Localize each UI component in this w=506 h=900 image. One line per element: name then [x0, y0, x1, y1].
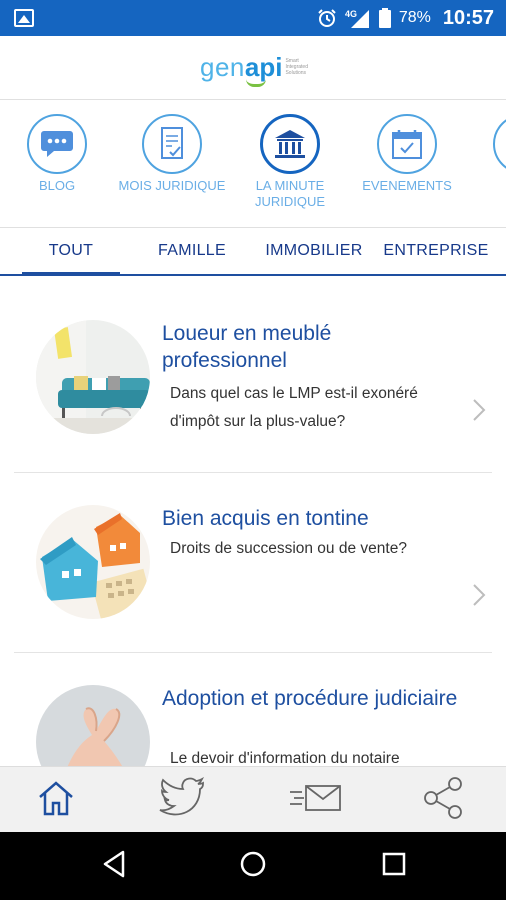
- share-button[interactable]: [414, 775, 474, 825]
- living-room-image: [36, 320, 150, 434]
- chevron-right-icon[interactable]: [472, 398, 486, 427]
- back-button[interactable]: [94, 846, 134, 886]
- app-header: gen api Smart Integrated Solutions: [0, 36, 506, 100]
- recents-square-icon: [382, 852, 406, 881]
- category-mois-juridique[interactable]: MOIS JURIDIQUE: [117, 114, 227, 194]
- article-title: Adoption et procédure judiciaire: [162, 687, 458, 710]
- twitter-button[interactable]: [152, 775, 212, 825]
- article-item[interactable]: Loueur en meublé professionnel Dans quel…: [0, 276, 506, 472]
- article-title: Bien acquis en tontine: [162, 507, 369, 530]
- clock: 10:57: [442, 6, 494, 29]
- article-item[interactable]: Bien acquis en tontine Droits de success…: [0, 473, 506, 653]
- gallery-notification-icon: [14, 9, 34, 27]
- back-triangle-icon: [101, 850, 127, 883]
- tab-famille[interactable]: FAMILLE: [142, 228, 242, 274]
- signal-4g-icon: 4G: [345, 8, 371, 28]
- article-list: Loueur en meublé professionnel Dans quel…: [0, 276, 506, 766]
- category-label: A: [468, 178, 506, 194]
- twitter-bird-icon: [157, 776, 207, 824]
- battery-icon: [378, 8, 391, 28]
- category-label: LA MINUTE JURIDIQUE: [254, 178, 326, 209]
- category-la-minute-juridique[interactable]: LA MINUTE JURIDIQUE: [235, 114, 345, 210]
- home-button[interactable]: [26, 775, 86, 825]
- logo-gen: gen: [200, 52, 245, 82]
- alarm-icon: [317, 8, 337, 28]
- tab-tout[interactable]: TOUT: [22, 228, 120, 276]
- category-bar: BLOG MOIS JURIDIQUE LA MINUTE JURIDIQUE …: [0, 100, 506, 228]
- status-icons: 4G 78% 10:57: [317, 0, 494, 36]
- recents-button[interactable]: [374, 846, 414, 886]
- category-partial[interactable]: A: [468, 114, 506, 194]
- article-subtitle: Droits de succession ou de vente?: [170, 540, 407, 557]
- logo-tagline: Smart Integrated Solutions: [285, 58, 308, 76]
- article-thumbnail: [36, 320, 150, 434]
- home-icon: [36, 779, 76, 822]
- tab-immobilier[interactable]: IMMOBILIER: [260, 228, 368, 274]
- share-icon: [421, 776, 467, 825]
- svg-text:4G: 4G: [345, 9, 357, 19]
- fast-mail-icon: [288, 780, 344, 821]
- home-nav-button[interactable]: [233, 846, 273, 886]
- logo-smile: [246, 79, 266, 87]
- category-label: BLOG: [38, 178, 76, 193]
- article-title: Loueur en meublé professionnel: [162, 322, 332, 372]
- partial-icon: [493, 114, 506, 174]
- category-evenements[interactable]: EVENEMENTS: [352, 114, 462, 194]
- article-subtitle: Le devoir d'information du notaire: [170, 750, 400, 766]
- article-thumbnail: [36, 685, 150, 766]
- home-circle-icon: [239, 850, 267, 883]
- genapi-logo: gen api Smart Integrated Solutions: [200, 52, 315, 87]
- filter-tabs: TOUT FAMILLE IMMOBILIER ENTREPRISE: [0, 228, 506, 276]
- houses-calculator-image: [36, 505, 150, 619]
- chevron-right-icon[interactable]: [472, 583, 486, 612]
- mail-button[interactable]: [286, 775, 346, 825]
- hands-heart-image: [36, 685, 150, 766]
- bottom-bar: [0, 766, 506, 832]
- battery-percent: 78%: [398, 9, 431, 26]
- category-label: MOIS JURIDIQUE: [118, 178, 226, 193]
- article-subtitle: Dans quel cas le LMP est-il exonéré d'im…: [170, 385, 418, 430]
- chat-bubble-icon: [27, 114, 87, 174]
- android-navigation-bar: [0, 832, 506, 900]
- article-item[interactable]: Adoption et procédure judiciaire Le devo…: [0, 653, 506, 766]
- tab-entreprise[interactable]: ENTREPRISE: [383, 228, 488, 274]
- document-check-icon: [142, 114, 202, 174]
- article-thumbnail: [36, 505, 150, 619]
- courthouse-icon: [260, 114, 320, 174]
- category-label: EVENEMENTS: [362, 178, 452, 193]
- calendar-icon: [377, 114, 437, 174]
- status-bar: 4G 78% 10:57: [0, 0, 506, 36]
- category-blog[interactable]: BLOG: [2, 114, 112, 194]
